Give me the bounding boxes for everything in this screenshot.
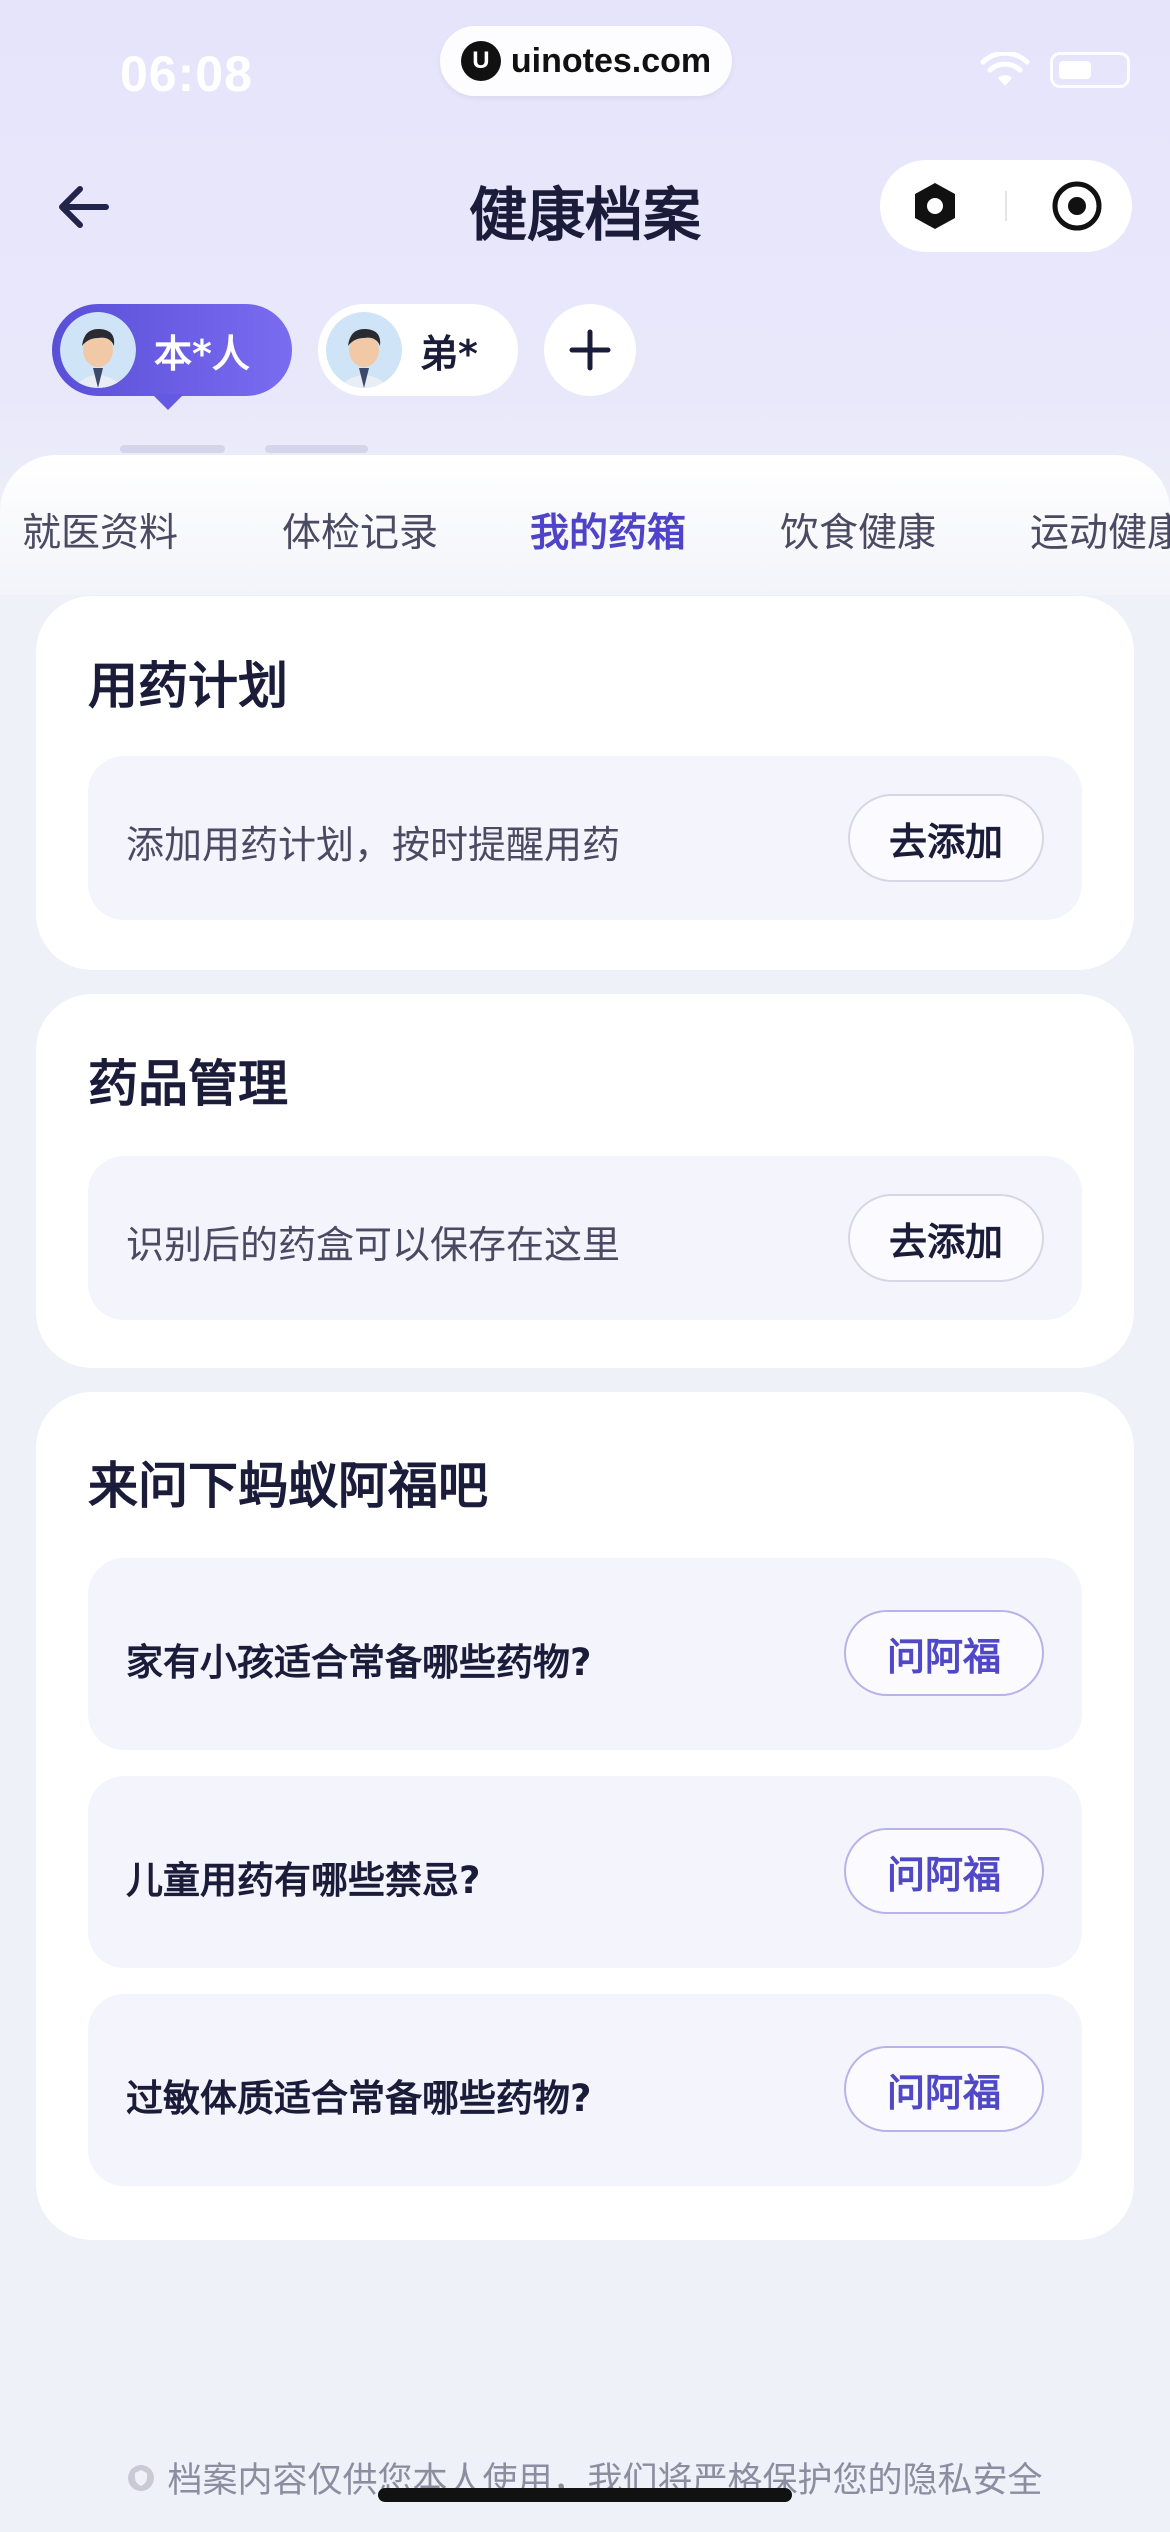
member-chip-label: 本*人 <box>154 331 250 376</box>
drug-management-card: 药品管理 识别后的药盒可以保存在这里 去添加 <box>36 994 1134 1368</box>
card-title: 来问下蚂蚁阿福吧 <box>88 1457 488 1515</box>
capsule-divider <box>1005 191 1007 221</box>
question-text: 过敏体质适合常备哪些药物? <box>126 2077 592 2120</box>
tab-diet-health[interactable]: 饮食健康 <box>780 502 936 558</box>
watermark-text: uinotes.com <box>510 41 712 80</box>
card-title: 用药计划 <box>88 657 288 715</box>
ask-afu-button[interactable]: 问阿福 <box>844 1828 1044 1914</box>
member-chip-label: 弟* <box>420 331 478 376</box>
scroll-hint <box>265 445 368 453</box>
question-row[interactable]: 家有小孩适合常备哪些药物? 问阿福 <box>88 1558 1082 1750</box>
view-button[interactable] <box>1037 166 1117 246</box>
add-drug-button[interactable]: 去添加 <box>848 1194 1044 1282</box>
tab-medical-records[interactable]: 就医资料 <box>22 502 178 558</box>
home-indicator <box>378 2488 792 2502</box>
add-medication-plan-button[interactable]: 去添加 <box>848 794 1044 882</box>
shield-icon <box>128 2464 155 2491</box>
question-row[interactable]: 过敏体质适合常备哪些药物? 问阿福 <box>88 1994 1082 2186</box>
medication-plan-row: 添加用药计划，按时提醒用药 去添加 <box>88 756 1082 920</box>
mini-program-capsule <box>880 160 1132 252</box>
eye-icon <box>1052 181 1102 231</box>
battery-icon <box>1050 52 1130 88</box>
question-text: 儿童用药有哪些禁忌? <box>126 1859 481 1902</box>
avatar <box>60 312 136 388</box>
row-hint: 添加用药计划，按时提醒用药 <box>126 823 621 867</box>
medication-plan-card: 用药计划 添加用药计划，按时提醒用药 去添加 <box>36 596 1134 970</box>
record-button[interactable] <box>895 166 975 246</box>
drug-management-row: 识别后的药盒可以保存在这里 去添加 <box>88 1156 1082 1320</box>
watermark-logo-icon: U <box>460 41 501 81</box>
question-row[interactable]: 儿童用药有哪些禁忌? 问阿福 <box>88 1776 1082 1968</box>
card-title: 药品管理 <box>88 1055 288 1113</box>
ask-afu-card: 来问下蚂蚁阿福吧 家有小孩适合常备哪些药物? 问阿福 儿童用药有哪些禁忌? 问阿… <box>36 1392 1134 2240</box>
status-indicators <box>980 52 1130 88</box>
plus-icon <box>569 329 611 371</box>
ask-afu-button[interactable]: 问阿福 <box>844 2046 1044 2132</box>
member-chip-self[interactable]: 本*人 <box>52 304 292 410</box>
ask-afu-button[interactable]: 问阿福 <box>844 1610 1044 1696</box>
record-icon <box>915 183 955 229</box>
tab-my-medicine-box[interactable]: 我的药箱 <box>530 502 686 558</box>
member-chip-brother[interactable]: 弟* <box>318 304 518 396</box>
wifi-icon <box>980 52 1030 86</box>
watermark-badge: U uinotes.com <box>440 26 732 96</box>
tab-exercise-health[interactable]: 运动健康 <box>1030 502 1170 558</box>
question-text: 家有小孩适合常备哪些药物? <box>126 1641 592 1684</box>
tab-bar: 就医资料 体检记录 我的药箱 饮食健康 运动健康 <box>0 455 1170 595</box>
row-hint: 识别后的药盒可以保存在这里 <box>126 1223 621 1267</box>
scroll-hint <box>120 445 225 453</box>
tab-checkup-records[interactable]: 体检记录 <box>282 502 438 558</box>
add-member-button[interactable] <box>544 304 636 396</box>
avatar <box>326 312 402 388</box>
status-time: 06:08 <box>120 46 253 102</box>
